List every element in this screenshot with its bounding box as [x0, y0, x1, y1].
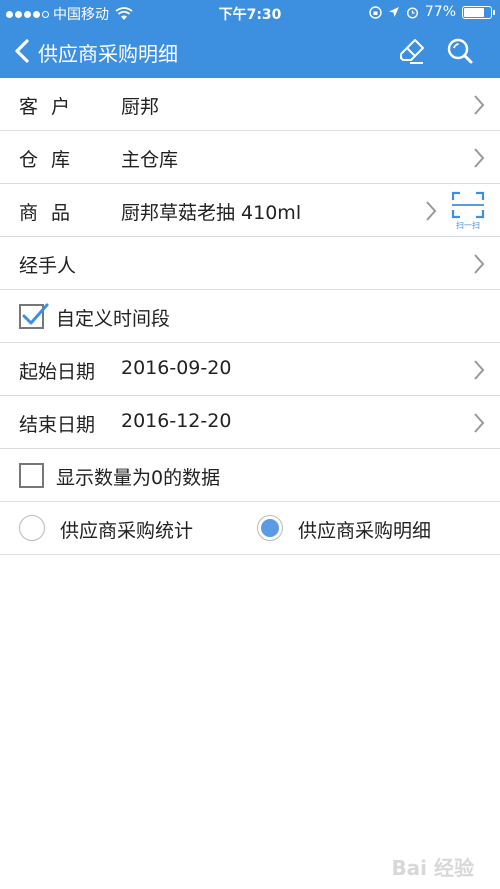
chevron-right-icon: [474, 95, 485, 115]
checkmark-icon: [22, 303, 49, 325]
chevron-left-icon[interactable]: [12, 38, 34, 64]
scan-button[interactable]: 扫一扫: [450, 190, 486, 230]
end-date-value: 2016-12-20: [121, 410, 232, 432]
chevron-right-icon: [426, 201, 437, 221]
nav-bar: 供应商采购明细: [0, 26, 500, 78]
chevron-right-icon: [474, 148, 485, 168]
radio-purchase-detail-label: 供应商采购明细: [298, 520, 432, 542]
custom-period-row[interactable]: 自定义时间段: [0, 290, 500, 343]
end-date-label: 结束日期: [19, 414, 96, 436]
alarm-icon: [406, 6, 418, 19]
location-icon: [388, 7, 399, 17]
start-date-row[interactable]: 起始日期 2016-09-20: [0, 343, 500, 396]
rotation-lock-icon: [369, 5, 382, 19]
status-bar: 中国移动 下午7:30 77%: [0, 0, 500, 26]
eraser-icon[interactable]: [398, 37, 426, 65]
scan-icon: [451, 191, 485, 219]
product-value: 厨邦草菇老抽 410ml: [121, 202, 302, 224]
warehouse-value: 主仓库: [121, 149, 179, 171]
custom-period-label: 自定义时间段: [56, 308, 171, 330]
show-zero-row[interactable]: 显示数量为0的数据: [0, 449, 500, 502]
chevron-right-icon: [474, 413, 485, 433]
chevron-right-icon: [474, 254, 485, 274]
start-date-value: 2016-09-20: [121, 357, 232, 379]
custom-period-checkbox[interactable]: [19, 303, 49, 329]
watermark-logo: Bai 经验: [391, 856, 474, 880]
report-type-row: 供应商采购统计 供应商采购明细: [0, 502, 500, 555]
scan-label: 扫一扫: [456, 221, 480, 230]
battery-icon: [462, 5, 495, 19]
radio-purchase-detail[interactable]: [257, 515, 283, 541]
show-zero-label: 显示数量为0的数据: [56, 467, 221, 489]
product-label: 商品: [19, 202, 84, 224]
product-row[interactable]: 商品 厨邦草菇老抽 410ml 扫一扫: [0, 184, 500, 237]
radio-purchase-summary-label: 供应商采购统计: [60, 520, 194, 542]
search-icon[interactable]: [446, 37, 474, 65]
status-right: 77%: [369, 4, 495, 20]
customer-row[interactable]: 客户 厨邦: [0, 78, 500, 131]
customer-value: 厨邦: [121, 96, 160, 118]
radio-purchase-summary[interactable]: [19, 515, 45, 541]
chevron-right-icon: [474, 360, 485, 380]
handler-row[interactable]: 经手人: [0, 237, 500, 290]
handler-label: 经手人: [19, 255, 77, 277]
start-date-label: 起始日期: [19, 361, 96, 383]
show-zero-checkbox[interactable]: [19, 463, 44, 488]
battery-percent: 77%: [424, 4, 456, 20]
end-date-row[interactable]: 结束日期 2016-12-20: [0, 396, 500, 449]
warehouse-label: 仓库: [19, 149, 84, 171]
warehouse-row[interactable]: 仓库 主仓库: [0, 131, 500, 184]
customer-label: 客户: [19, 96, 84, 118]
page-title: 供应商采购明细: [38, 42, 178, 66]
